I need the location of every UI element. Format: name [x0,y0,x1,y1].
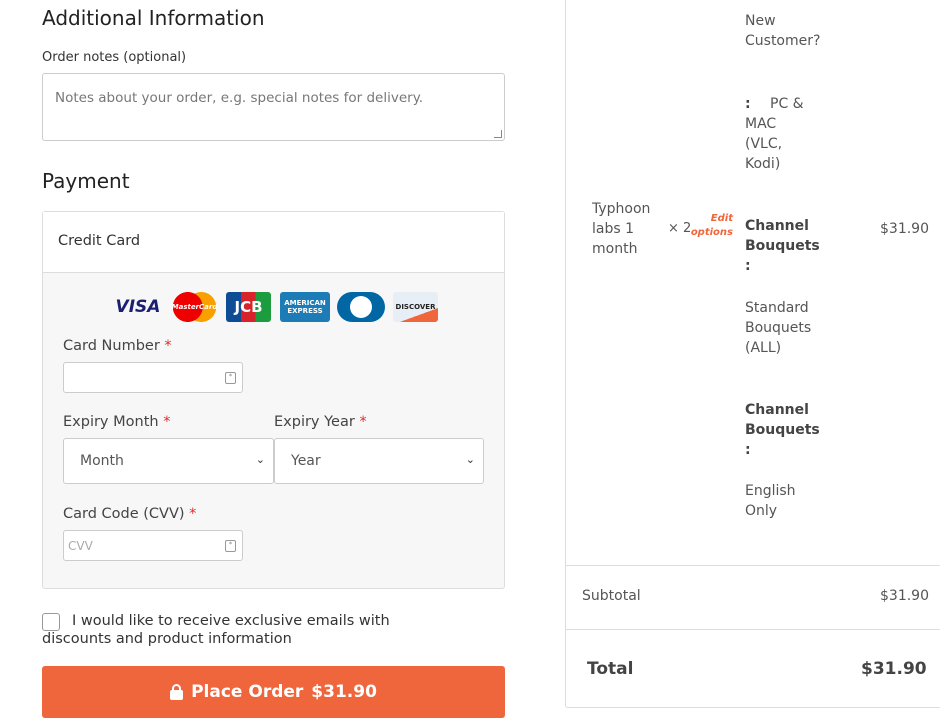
edit-options-link[interactable]: Edit options [688,212,733,240]
expiry-year-select[interactable]: Year ⌄ [274,438,484,484]
order-notes-placeholder: Notes about your order, e.g. special not… [55,90,424,106]
place-order-button[interactable]: Place Order $31.90 [42,666,505,718]
option-value: English Only [745,483,796,519]
chevron-down-icon: ⌄ [255,453,265,466]
cvv-input[interactable]: CVV * [63,530,243,561]
expiry-year-label: Expiry Year * [274,414,367,430]
total-label: Total [587,659,634,679]
payment-box: Credit Card VISA MasterCard JCB AMERICAN… [42,211,505,589]
item-price: $31.90 [880,221,929,237]
chevron-down-icon: ⌄ [465,453,475,466]
option-value: Standard Bouquets (ALL) [745,300,812,356]
expiry-month-label: Expiry Month * [63,414,171,430]
card-icon: * [225,540,236,552]
divider [565,565,940,566]
place-order-label: Place Order [191,682,304,702]
additional-info-heading: Additional Information [42,6,265,30]
item-name: Typhoon labs 1 month [592,201,651,257]
diners-logo-icon [337,292,385,322]
subtotal-label: Subtotal [582,588,641,604]
option-key: Channel Bouquets [745,402,820,438]
card-icon: * [225,372,236,384]
total-value: $31.90 [861,659,927,679]
option-sep: : [745,442,751,458]
divider [565,629,940,630]
expiry-month-select[interactable]: Month ⌄ [63,438,274,484]
newsletter-label: I would like to receive exclusive emails… [42,613,390,647]
meta-device: PC & MAC (VLC, Kodi) [745,96,804,172]
mastercard-logo-icon: MasterCard [172,292,217,322]
cvv-label: Card Code (CVV) * [63,506,197,522]
credit-card-method[interactable]: Credit Card [43,212,504,273]
payment-heading: Payment [42,169,130,193]
option-sep: : [745,258,751,274]
meta-new-customer: New Customer? [745,13,821,49]
place-order-amount: $31.90 [311,682,377,702]
card-number-label: Card Number * [63,338,172,354]
resize-handle[interactable] [494,130,502,138]
option-key: Channel Bouquets [745,218,820,254]
amex-logo-icon: AMERICAN EXPRESS [280,292,330,322]
visa-logo-icon: VISA [115,297,161,317]
jcb-logo-icon: JCB [226,292,271,322]
order-notes-input[interactable]: Notes about your order, e.g. special not… [42,73,505,141]
discover-logo-icon: DISCOVER [393,292,438,322]
card-number-input[interactable]: * [63,362,243,393]
order-notes-label: Order notes (optional) [42,50,187,65]
lock-icon [170,684,184,700]
subtotal-value: $31.90 [880,588,929,604]
